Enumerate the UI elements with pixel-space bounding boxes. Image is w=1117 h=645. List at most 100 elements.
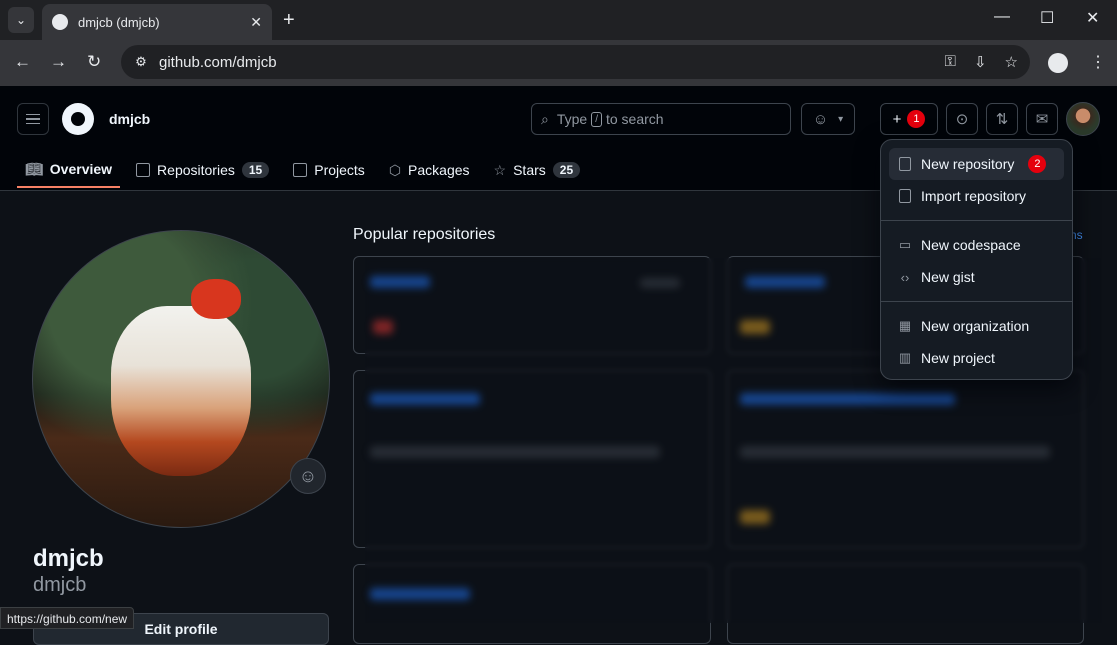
issues-button[interactable]: ⊙ [946,103,978,135]
close-window-button[interactable]: ✕ [1086,8,1099,28]
header-username-link[interactable]: dmjcb [109,111,150,127]
menu-item-label: Import repository [921,188,1027,204]
tab-close-icon[interactable]: ✕ [250,14,262,31]
set-status-button[interactable]: ☺ [290,458,326,494]
password-key-icon[interactable]: ⚿ [945,53,956,71]
github-favicon-icon [52,14,68,30]
repositories-count: 15 [241,162,270,178]
tab-label: Overview [49,161,113,177]
tab-label: Stars [513,162,546,178]
profile-avatar-icon [1048,53,1068,73]
inbox-icon: ✉ [1035,111,1049,128]
tab-label: Packages [408,162,470,178]
browser-menu-icon[interactable]: ⋮ [1090,52,1106,72]
code-icon: ‹› [900,269,910,285]
menu-item-import-repository[interactable]: Import repository [889,180,1064,212]
search-suffix: to search [605,111,664,127]
tab-stars[interactable]: ☆ Stars 25 [486,152,589,188]
menu-item-label: New repository [921,156,1015,172]
pull-requests-button[interactable]: ⇅ [986,103,1018,135]
codespaces-icon: ▭ [898,237,912,252]
maximize-button[interactable]: ☐ [1040,8,1054,28]
url-text[interactable]: github.com/dmjcb [159,54,277,71]
menu-item-label: New codespace [921,237,1021,253]
blurred-text [640,278,680,288]
book-icon: 📖︎ [25,160,43,177]
profile-button[interactable] [1048,53,1068,73]
create-new-menu: New repository 2 Import repository ▭ New… [880,139,1073,380]
blurred-text [370,588,470,600]
site-info-icon[interactable]: ⚙ [131,52,151,72]
search-prefix: Type [556,111,588,127]
browser-tabstrip: ⌄ dmjcb (dmjcb) ✕ + — ☐ ✕ [0,0,1117,40]
blurred-text [740,320,770,334]
menu-item-label: New project [921,350,995,366]
step-badge: 1 [907,110,926,128]
address-bar[interactable]: ⚙ github.com/dmjcb ⚿ ⇩ ☆ [121,45,1030,79]
project-icon: ▥ [898,350,912,365]
create-new-button[interactable]: + 1 [880,103,938,135]
tab-packages[interactable]: ⬡ Packages [381,152,478,188]
smiley-icon: ☺ [298,465,318,486]
star-icon: ☆ [493,161,507,178]
menu-item-label: New gist [921,269,975,285]
menu-item-new-repository[interactable]: New repository 2 [889,148,1064,180]
blurred-text [370,446,660,458]
blurred-text [740,446,1050,458]
tab-label: Projects [314,162,365,178]
user-avatar[interactable] [1066,102,1100,136]
menu-item-new-project[interactable]: ▥ New project [889,342,1064,374]
tab-search-button[interactable]: ⌄ [8,7,34,33]
tab-projects[interactable]: Projects [285,152,373,188]
drink-glass [111,306,251,476]
blurred-text [373,320,393,334]
blurred-text [740,510,770,524]
package-icon: ⬡ [388,161,402,178]
step-badge: 2 [1028,155,1047,173]
stars-count: 25 [552,162,581,178]
tab-title: dmjcb (dmjcb) [78,14,160,30]
profile-tabs: 📖︎ Overview Repositories 15 Projects ⬡ P… [17,150,596,190]
github-logo-icon[interactable] [62,103,94,135]
blurred-text [370,393,480,405]
search-input[interactable]: ⌕ Type / to search [531,103,791,135]
profile-login: dmjcb [33,574,87,596]
profile-name: dmjcb [33,545,104,572]
menu-item-label: New organization [921,318,1030,334]
repo-icon [136,163,151,177]
forward-button[interactable]: → [50,52,67,72]
drink-garnish [191,279,241,319]
menu-item-new-organization[interactable]: ▦ New organization [889,310,1064,342]
reload-button[interactable]: ↻ [87,52,101,72]
link-status-bar: https://github.com/new [0,607,135,629]
menu-item-new-codespace[interactable]: ▭ New codespace [889,229,1064,261]
tab-repositories[interactable]: Repositories 15 [128,152,277,188]
profile-avatar-image[interactable] [32,230,330,528]
blurred-text [370,276,430,288]
menu-divider [881,301,1072,302]
install-app-icon[interactable]: ⇩ [974,53,987,71]
repo-icon [897,156,913,172]
tab-label: Repositories [157,162,235,178]
copilot-button[interactable]: ☺ ▾ [801,103,855,135]
blurred-text [740,393,955,405]
git-pull-request-icon: ⇅ [995,111,1009,128]
hamburger-menu-button[interactable] [17,103,49,135]
plus-icon: + [892,110,902,128]
minimize-button[interactable]: — [994,8,1010,26]
tab-overview[interactable]: 📖︎ Overview [17,152,121,188]
popular-repositories-heading: Popular repositories [353,226,496,243]
copilot-icon: ☺ [812,110,829,128]
repo-push-icon [897,188,913,204]
bookmark-star-icon[interactable]: ☆ [1005,53,1018,71]
inbox-button[interactable]: ✉ [1026,103,1058,135]
search-shortcut-key: / [591,111,602,127]
browser-tab[interactable]: dmjcb (dmjcb) ✕ [42,4,272,40]
organization-icon: ▦ [898,318,912,333]
search-icon: ⌕ [541,110,549,127]
menu-item-new-gist[interactable]: ‹› New gist [889,261,1064,293]
menu-divider [881,220,1072,221]
new-tab-button[interactable]: + [283,9,295,31]
back-button[interactable]: ← [14,52,31,72]
blurred-text [745,276,825,288]
